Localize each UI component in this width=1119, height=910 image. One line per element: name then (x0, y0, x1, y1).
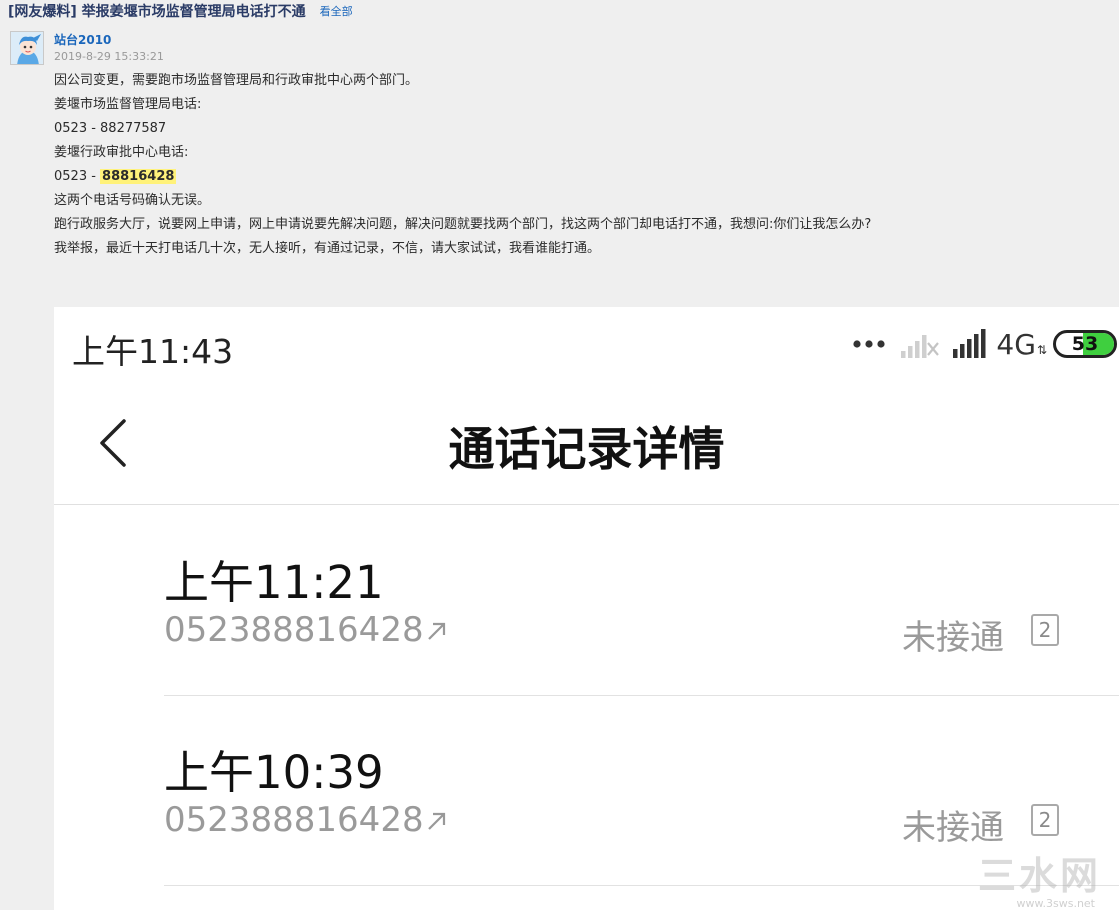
post-line: 我举报，最近十天打电话几十次，无人接听，有通过记录，不信，请大家试试，我看谁能打… (54, 241, 601, 256)
approval-phone-line: 0523 - 88816428 (54, 165, 1104, 189)
post-datetime: 2019-8-29 15:33:21 (54, 50, 164, 63)
see-all-link[interactable]: 看全部 (320, 3, 353, 19)
outgoing-call-arrow-icon (428, 812, 446, 830)
call-record-item[interactable]: 上午10:39 052388816428 未接通 2 (54, 696, 1119, 886)
call-time: 上午11:21 (164, 556, 384, 609)
post-line: 0523 - 88277587 (54, 121, 167, 136)
call-time: 上午10:39 (164, 746, 384, 799)
avatar[interactable] (10, 31, 44, 65)
post-title[interactable]: [网友爆料] 举报姜堰市场监督管理局电话打不通 (8, 1, 306, 21)
call-number: 052388816428 (164, 610, 424, 650)
call-status: 未接通 (902, 618, 1004, 658)
status-bar: 上午11:43 4G ⇅ 53 (54, 307, 1119, 381)
call-record-item[interactable]: 上午11:21 052388816428 未接通 2 (54, 506, 1119, 696)
sim-card-badge: 2 (1031, 614, 1059, 646)
call-status: 未接通 (902, 808, 1004, 848)
post-line: 这两个电话号码确认无误。 (54, 193, 211, 208)
no-signal-icon (900, 329, 940, 359)
post-line: 姜堰市场监督管理局电话: (54, 97, 202, 112)
signal-strength-icon (952, 329, 990, 359)
sim-card-badge: 2 (1031, 804, 1059, 836)
divider (164, 885, 1119, 886)
phone-screenshot: 上午11:43 4G ⇅ 53 通话记录详情 上午11:21 052388816… (54, 307, 1119, 910)
battery-icon: 53 (1053, 330, 1117, 358)
approval-phone-prefix: 0523 - (54, 169, 101, 184)
network-type: 4G (996, 327, 1036, 361)
highlighted-phone-number: 88816428 (100, 169, 177, 184)
post-line: 姜堰行政审批中心电话: (54, 145, 189, 160)
post-author[interactable]: 站台2010 (54, 31, 111, 48)
post-body: 因公司变更，需要跑市场监督管理局和行政审批中心两个部门。 姜堰市场监督管理局电话… (54, 69, 1104, 261)
watermark-logo: 三水网 (977, 854, 1101, 898)
status-icons: 4G ⇅ 53 (852, 327, 1119, 361)
call-number: 052388816428 (164, 800, 424, 840)
watermark-url: www.3sws.net (1016, 897, 1095, 910)
nav-bar: 通话记录详情 (54, 381, 1119, 505)
page-title: 通话记录详情 (448, 422, 725, 476)
post-header: [网友爆料] 举报姜堰市场监督管理局电话打不通 看全部 (8, 1, 353, 21)
post-line: 跑行政服务大厅，说要网上申请，网上申请说要先解决问题，解决问题就要找两个部门，找… (54, 217, 872, 232)
post-line: 因公司变更，需要跑市场监督管理局和行政审批中心两个部门。 (54, 73, 419, 88)
battery-level: 53 (1071, 333, 1099, 355)
outgoing-call-arrow-icon (428, 622, 446, 640)
data-transfer-icon: ⇅ (1036, 343, 1047, 357)
more-dots-icon (852, 338, 888, 350)
avatar-image (11, 32, 43, 64)
status-time: 上午11:43 (72, 332, 234, 371)
